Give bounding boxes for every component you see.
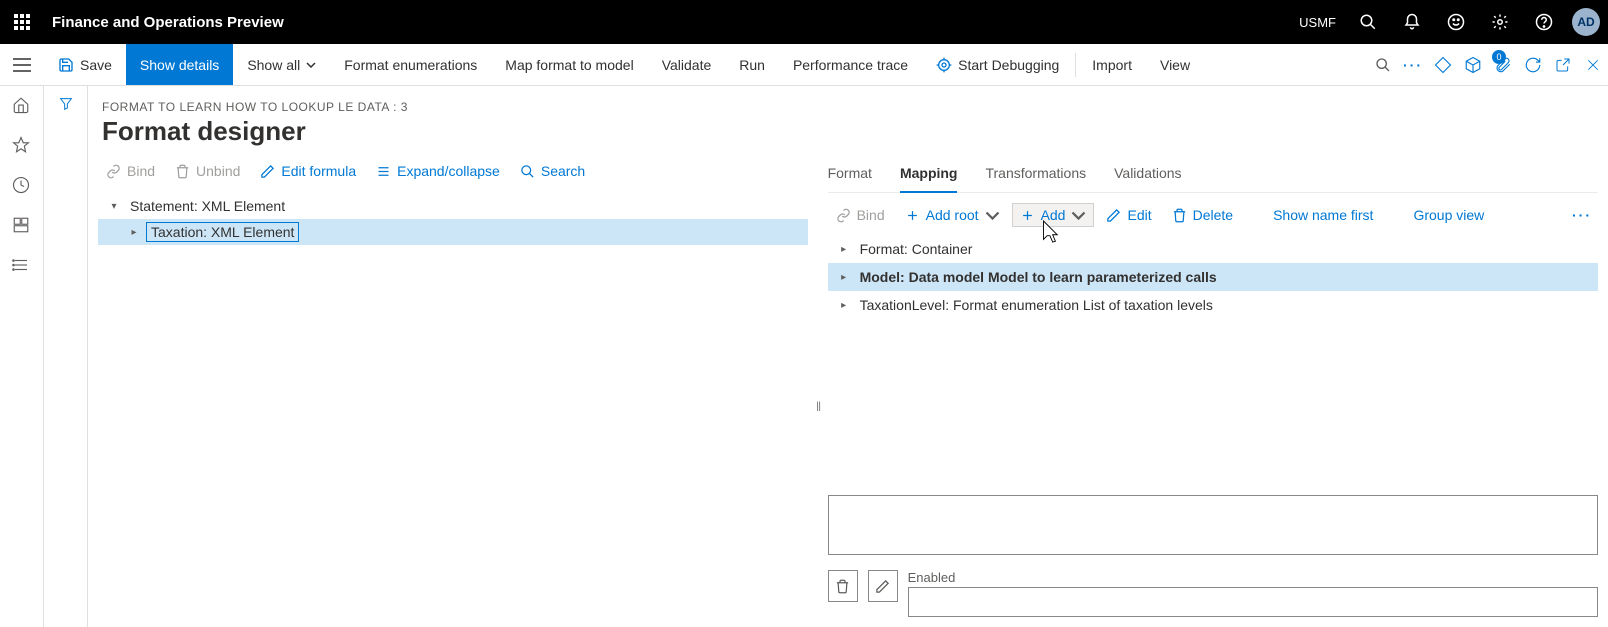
add-button[interactable]: Add (1012, 203, 1095, 227)
validate-button[interactable]: Validate (648, 44, 726, 85)
tree-toggle-collapsed-icon[interactable]: ▸ (126, 227, 142, 238)
command-bar: Save Show details Show all Format enumer… (0, 44, 1608, 86)
show-details-button[interactable]: Show details (126, 44, 233, 85)
delete-button[interactable]: Delete (1164, 203, 1241, 227)
breadcrumb: FORMAT TO LEARN HOW TO LOOKUP LE DATA : … (102, 100, 1594, 114)
help-icon[interactable] (1524, 0, 1564, 44)
save-label: Save (80, 57, 112, 73)
tab-format[interactable]: Format (828, 159, 872, 192)
unbind-button[interactable]: Unbind (167, 159, 248, 183)
clock-icon[interactable] (12, 176, 32, 196)
app-launcher-icon[interactable] (0, 0, 44, 44)
mapping-tree[interactable]: ▸ Format: Container ▸ Model: Data model … (828, 235, 1598, 319)
modules-icon[interactable] (12, 256, 32, 276)
format-tree-pane: Bind Unbind Edit formula Expand/collapse (88, 153, 818, 627)
bind-button-right[interactable]: Bind (828, 203, 893, 227)
company-badge[interactable]: USMF (1291, 15, 1344, 30)
formula-text-area[interactable] (828, 495, 1598, 555)
run-button[interactable]: Run (725, 44, 779, 85)
format-enumerations-button[interactable]: Format enumerations (330, 44, 491, 85)
chevron-down-icon (985, 208, 1000, 223)
gear-icon[interactable] (1480, 0, 1520, 44)
tree-node-label: Format: Container (856, 240, 977, 258)
right-tabs: Format Mapping Transformations Validatio… (828, 153, 1598, 193)
import-button[interactable]: Import (1078, 44, 1146, 85)
chevron-down-icon (306, 62, 316, 68)
show-all-button[interactable]: Show all (233, 44, 330, 85)
close-icon[interactable] (1578, 44, 1608, 86)
diamond-icon[interactable] (1428, 44, 1458, 86)
add-root-button[interactable]: Add root (897, 203, 1008, 227)
show-name-first-button[interactable]: Show name first (1265, 203, 1381, 227)
search-icon[interactable] (1348, 0, 1388, 44)
hamburger-icon[interactable] (0, 44, 44, 85)
tree-node-label: Statement: XML Element (126, 197, 289, 215)
bell-icon[interactable] (1392, 0, 1432, 44)
tree-node-label: TaxationLevel: Format enumeration List o… (856, 296, 1217, 314)
view-button[interactable]: View (1146, 44, 1204, 85)
tree-row-selected[interactable]: ▸ Taxation: XML Element (98, 219, 808, 245)
bind-button-left[interactable]: Bind (98, 159, 163, 183)
tree-row-selected[interactable]: ▸ Model: Data model Model to learn param… (828, 263, 1598, 291)
workspace-icon[interactable] (12, 216, 32, 236)
popout-icon[interactable] (1548, 44, 1578, 86)
group-view-button[interactable]: Group view (1405, 203, 1492, 227)
performance-trace-button[interactable]: Performance trace (779, 44, 922, 85)
smile-icon[interactable] (1436, 0, 1476, 44)
expand-collapse-button[interactable]: Expand/collapse (368, 159, 508, 183)
tree-row[interactable]: ▸ TaxationLevel: Format enumeration List… (828, 291, 1598, 319)
edit-formula-square-button[interactable] (868, 570, 898, 602)
tree-toggle-collapsed-icon[interactable]: ▸ (836, 244, 852, 255)
tree-row[interactable]: ▾ Statement: XML Element (98, 193, 808, 219)
avatar[interactable]: AD (1572, 8, 1600, 36)
format-tree[interactable]: ▾ Statement: XML Element ▸ Taxation: XML… (98, 193, 808, 245)
tree-node-label: Model: Data model Model to learn paramet… (856, 268, 1221, 286)
topbar: Finance and Operations Preview USMF AD (0, 0, 1608, 44)
enabled-label: Enabled (908, 570, 1598, 585)
app-title: Finance and Operations Preview (44, 14, 284, 31)
tree-toggle-collapsed-icon[interactable]: ▸ (836, 272, 852, 283)
map-format-button[interactable]: Map format to model (491, 44, 647, 85)
filter-icon[interactable] (58, 96, 74, 627)
filter-column (44, 86, 88, 627)
page-title: Format designer (102, 116, 1594, 147)
tab-transformations[interactable]: Transformations (985, 159, 1086, 192)
tree-toggle-collapsed-icon[interactable]: ▸ (836, 300, 852, 311)
refresh-icon[interactable] (1518, 44, 1548, 86)
home-icon[interactable] (12, 96, 32, 116)
nav-rail (0, 86, 44, 627)
find-icon[interactable] (1368, 44, 1398, 86)
tab-validations[interactable]: Validations (1114, 159, 1181, 192)
mapping-pane: Format Mapping Transformations Validatio… (818, 153, 1608, 627)
box-icon[interactable] (1458, 44, 1488, 86)
start-debugging-button[interactable]: Start Debugging (922, 44, 1073, 85)
show-all-label: Show all (247, 57, 300, 73)
star-icon[interactable] (12, 136, 32, 156)
edit-formula-button[interactable]: Edit formula (252, 159, 364, 183)
more-icon[interactable]: ··· (1398, 44, 1428, 86)
save-button[interactable]: Save (44, 44, 126, 85)
delete-formula-button[interactable] (828, 570, 858, 602)
tree-node-label: Taxation: XML Element (146, 222, 299, 242)
more-icon-right[interactable]: ··· (1566, 203, 1598, 227)
attach-badge: 0 (1492, 50, 1506, 64)
debug-icon (936, 57, 952, 73)
chevron-down-icon (1071, 208, 1086, 223)
attach-icon[interactable]: 0 (1488, 44, 1518, 86)
search-button-left[interactable]: Search (512, 159, 593, 183)
tab-mapping[interactable]: Mapping (900, 159, 958, 193)
show-details-label: Show details (140, 57, 219, 73)
enabled-field[interactable] (908, 587, 1598, 617)
edit-button[interactable]: Edit (1098, 203, 1159, 227)
tree-row[interactable]: ▸ Format: Container (828, 235, 1598, 263)
tree-toggle-expanded-icon[interactable]: ▾ (106, 201, 122, 212)
